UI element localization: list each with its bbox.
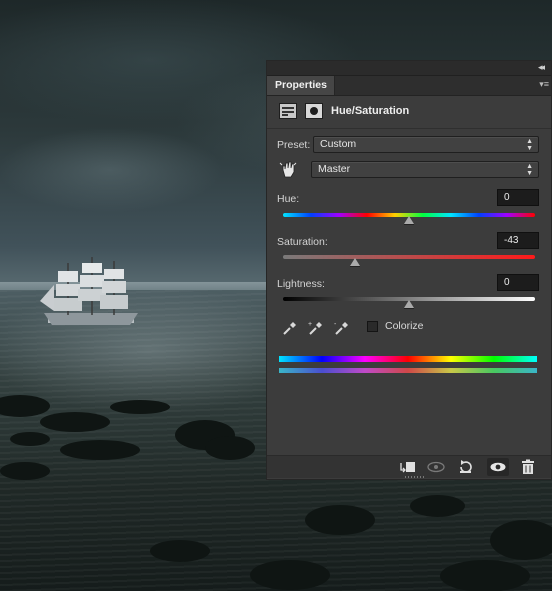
- panel-title-bar: ◂◂: [267, 61, 551, 76]
- preset-label: Preset:: [277, 139, 311, 151]
- lightness-label: Lightness:: [277, 278, 325, 290]
- rock: [305, 505, 375, 535]
- layer-mask-icon[interactable]: [305, 103, 323, 119]
- saturation-slider-track[interactable]: [283, 255, 535, 259]
- rock: [40, 412, 110, 432]
- rock: [490, 520, 552, 560]
- channel-value: Master: [318, 163, 351, 175]
- saturation-label: Saturation:: [277, 236, 328, 248]
- clip-to-layer-icon[interactable]: [397, 458, 419, 476]
- delete-trash-icon[interactable]: [517, 458, 539, 476]
- eyedropper-icon[interactable]: [281, 319, 299, 337]
- visibility-eye-icon[interactable]: [487, 458, 509, 476]
- hue-slider-thumb[interactable]: [404, 216, 414, 225]
- input-color-spectrum: [279, 356, 537, 362]
- rock: [60, 440, 140, 460]
- hue-label: Hue:: [277, 193, 300, 205]
- rock: [440, 560, 530, 591]
- select-arrows-icon: ▲ ▼: [526, 163, 533, 177]
- reset-icon[interactable]: [455, 458, 477, 476]
- eyedropper-row: + - Colorize: [267, 319, 551, 337]
- panel-menu-icon[interactable]: ▾≡: [539, 79, 549, 90]
- double-chevron-right-icon[interactable]: ◂◂: [538, 62, 545, 73]
- preset-value: Custom: [320, 138, 357, 150]
- panel-title: Hue/Saturation: [331, 105, 410, 117]
- select-arrows-icon: ▲ ▼: [526, 138, 533, 152]
- colorize-label: Colorize: [385, 320, 424, 332]
- tab-properties[interactable]: Properties: [267, 76, 335, 95]
- rock: [410, 495, 465, 517]
- rock: [110, 400, 170, 414]
- properties-panel: ◂◂ Properties ▾≡ Hue/Saturation Preset: …: [266, 60, 552, 480]
- eyedropper-add-icon[interactable]: +: [307, 319, 325, 337]
- channel-select[interactable]: Master ▲ ▼: [311, 161, 539, 178]
- lightness-input[interactable]: 0: [497, 274, 539, 291]
- hue-input[interactable]: 0: [497, 189, 539, 206]
- saturation-slider-thumb[interactable]: [349, 258, 360, 267]
- panel-footer-toolbar: [267, 455, 551, 478]
- adjustment-header: Hue/Saturation: [267, 96, 551, 129]
- panel-tab-bar: Properties ▾≡: [267, 76, 551, 96]
- hue-saturation-adjustment-icon[interactable]: [279, 103, 297, 119]
- rock: [10, 432, 50, 446]
- svg-text:-: -: [334, 321, 337, 328]
- preset-select[interactable]: Custom ▲ ▼: [313, 136, 539, 153]
- rock: [250, 560, 330, 590]
- rock: [0, 462, 50, 480]
- sailing-ship: [40, 257, 138, 325]
- saturation-input[interactable]: -43: [497, 232, 539, 249]
- resize-grip[interactable]: [405, 476, 425, 478]
- lightness-slider-thumb[interactable]: [404, 300, 414, 309]
- colorize-checkbox[interactable]: [367, 321, 378, 332]
- hand-scrubby-icon[interactable]: [279, 160, 299, 178]
- rock: [150, 540, 210, 562]
- eyedropper-subtract-icon[interactable]: -: [333, 319, 351, 337]
- rock: [205, 436, 255, 460]
- output-color-spectrum: [279, 368, 537, 373]
- svg-text:+: +: [308, 321, 312, 328]
- view-previous-state-icon[interactable]: [425, 458, 447, 476]
